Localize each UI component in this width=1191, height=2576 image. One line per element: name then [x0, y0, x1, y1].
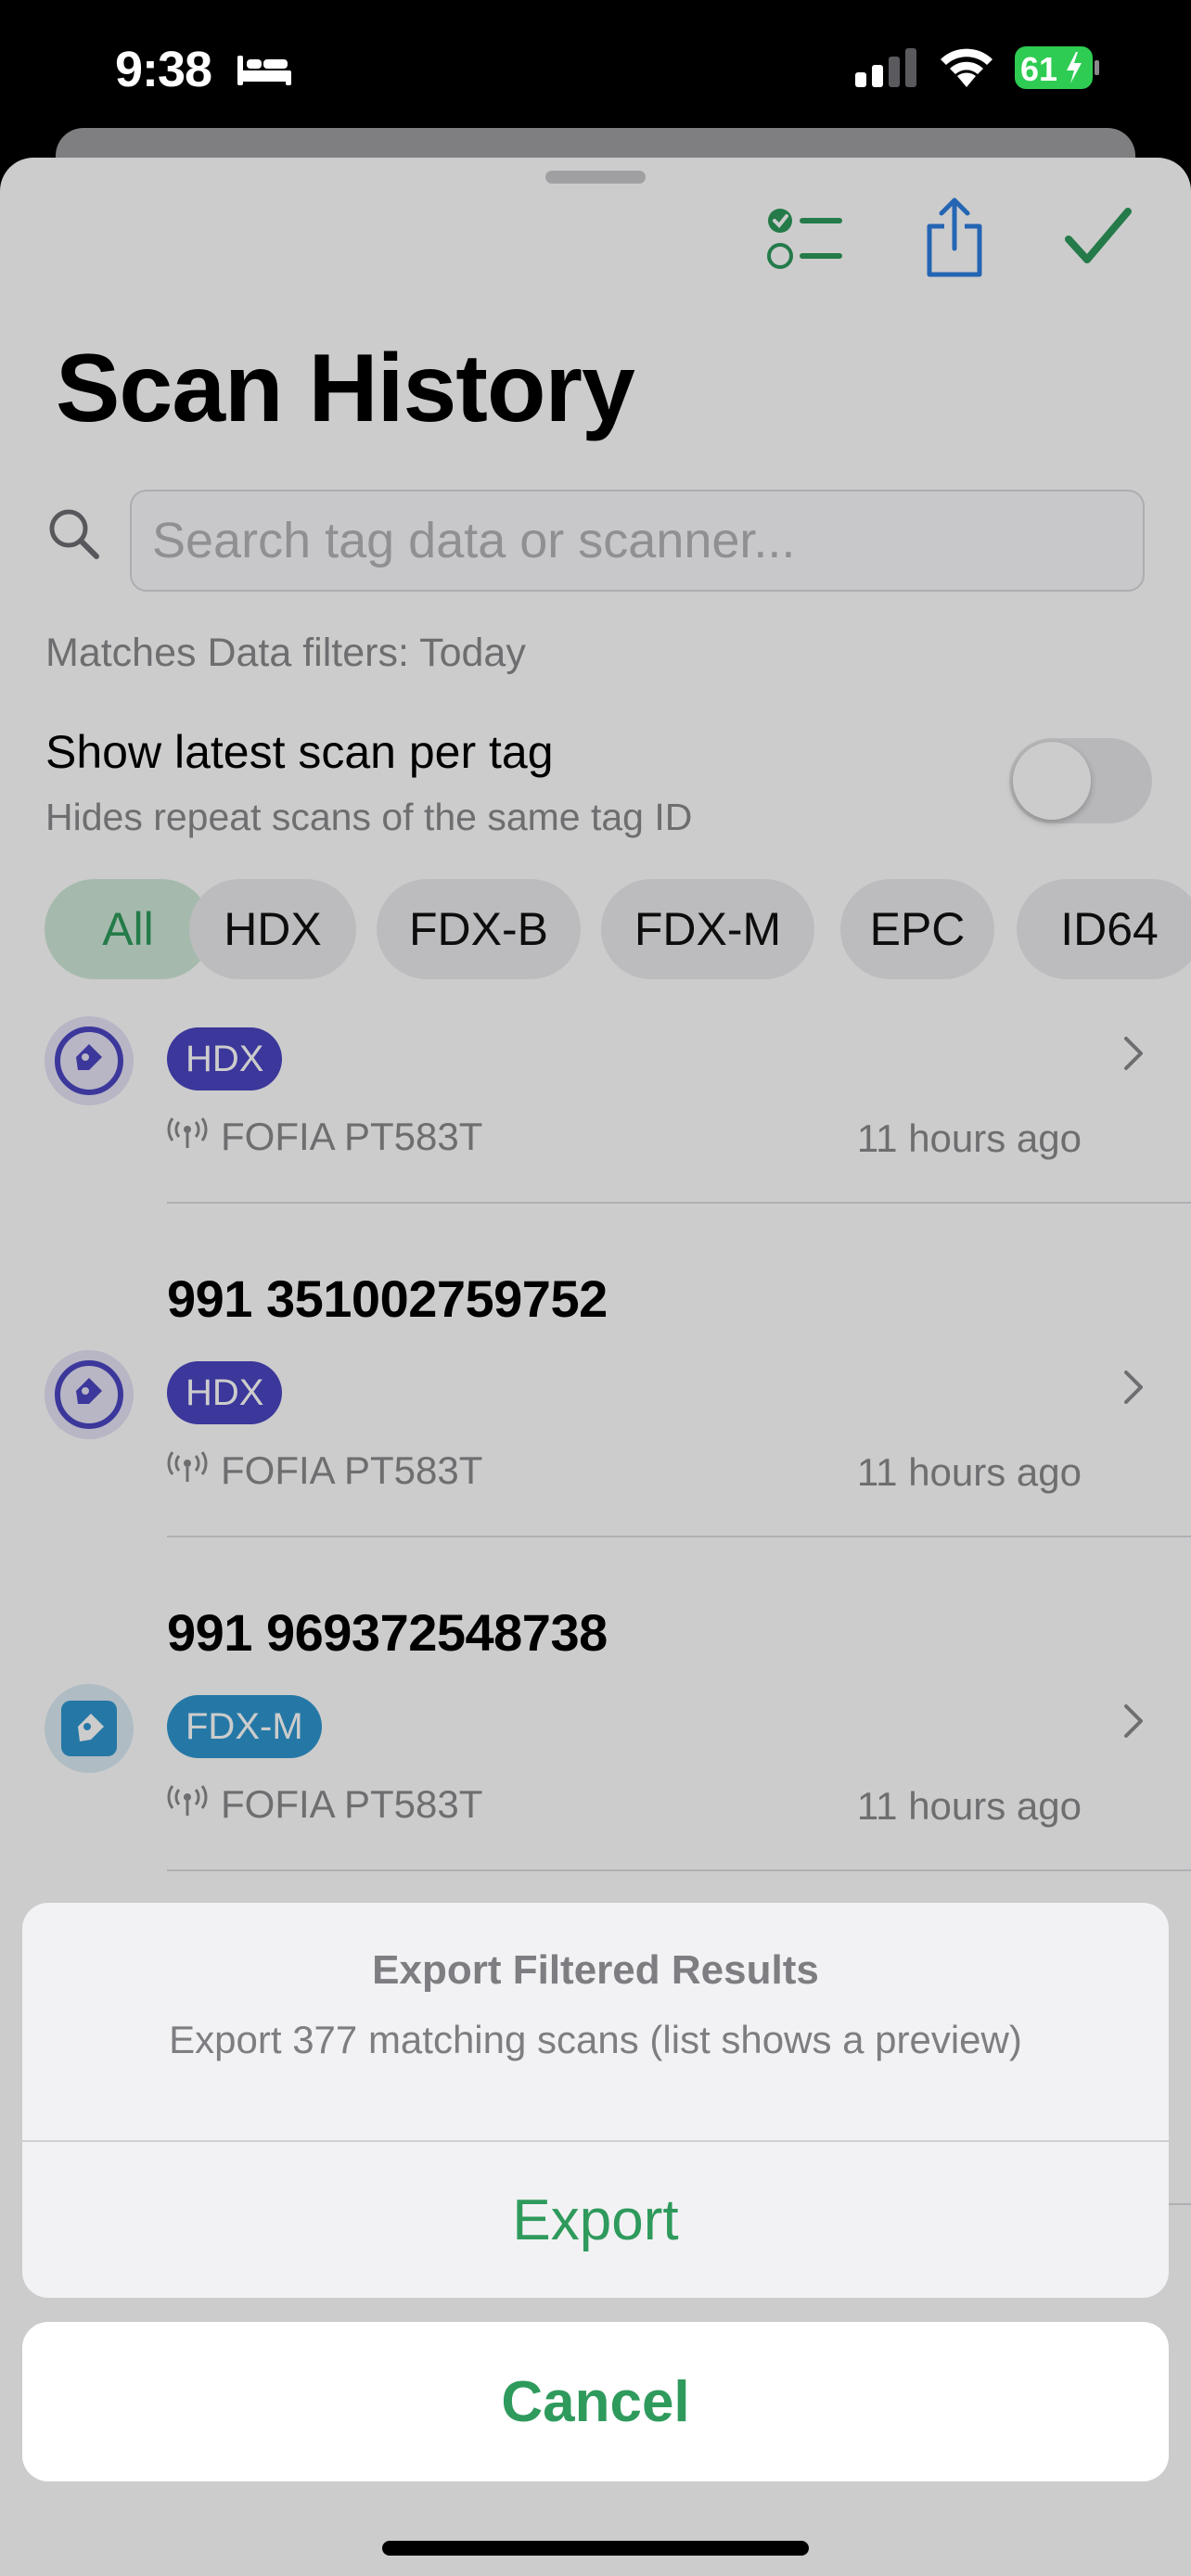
- cancel-button[interactable]: Cancel: [22, 2322, 1169, 2481]
- status-time: 9:38: [115, 42, 212, 97]
- bed-icon: [236, 52, 293, 92]
- action-sheet-title: Export Filtered Results: [372, 1947, 819, 1993]
- export-action-sheet: Export Filtered Results Export 377 match…: [22, 1903, 1169, 2298]
- cellular-signal-icon: [855, 46, 918, 92]
- battery-charging-icon: 61: [1015, 46, 1100, 89]
- wifi-icon: [937, 45, 996, 94]
- battery-level: 61: [1020, 50, 1058, 88]
- home-indicator[interactable]: [382, 2541, 809, 2556]
- export-button[interactable]: Export: [22, 2142, 1169, 2298]
- status-bar: 9:38 61: [0, 0, 1191, 139]
- screen: 9:38 61 Scan History Search tag data or …: [0, 0, 1191, 2576]
- action-sheet-message: Export 377 matching scans (list shows a …: [169, 2018, 1022, 2061]
